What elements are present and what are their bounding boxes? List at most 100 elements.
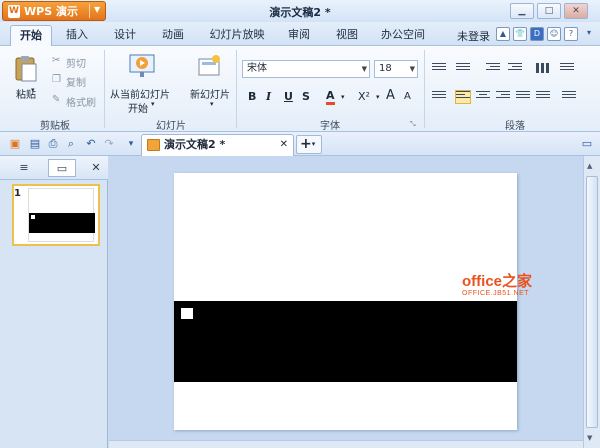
close-button[interactable]: ✕ — [564, 3, 588, 19]
paste-icon[interactable] — [14, 54, 38, 84]
chevron-down-icon[interactable]: ▾ — [312, 140, 316, 148]
font-color-button[interactable]: A — [326, 89, 335, 105]
cut-button[interactable]: 剪切 — [66, 55, 86, 70]
font-name-select[interactable]: 宋体 ▼ — [242, 60, 370, 78]
font-dialog-launcher-icon[interactable]: ⤡ — [410, 120, 416, 129]
tab-insert[interactable]: 插入 — [60, 25, 94, 46]
close-panel-icon[interactable]: ✕ — [82, 159, 110, 177]
scroll-up-icon[interactable]: ▲ — [587, 162, 592, 170]
font-size-select[interactable]: 18 ▼ — [374, 60, 418, 78]
vertical-scrollbar[interactable]: ▲ ▼ — [583, 156, 600, 448]
grow-font-button[interactable]: A — [386, 88, 395, 103]
slides-tab-icon[interactable]: ▭ — [48, 159, 76, 177]
group-divider — [236, 50, 237, 128]
login-status[interactable]: 未登录 — [457, 28, 490, 44]
print-icon[interactable]: ⎙ — [46, 137, 60, 151]
tab-slideshow[interactable]: 幻灯片放映 — [206, 25, 268, 46]
decrease-indent-icon[interactable] — [486, 63, 500, 75]
font-color-dropdown-icon[interactable]: ▾ — [341, 93, 345, 101]
wps-icon[interactable]: ▣ — [8, 137, 22, 151]
panel-tabs: ≡ ▭ ✕ — [0, 156, 108, 180]
skin-icon[interactable]: 👕 — [513, 27, 527, 41]
italic-button[interactable]: I — [266, 90, 271, 103]
shrink-font-button[interactable]: A — [404, 91, 411, 102]
play-from-current-icon[interactable] — [128, 52, 156, 80]
outline-tab-icon[interactable]: ≡ — [10, 159, 38, 177]
slide-thumbnail[interactable] — [12, 184, 100, 246]
scrollbar-thumb[interactable] — [586, 176, 598, 428]
bold-button[interactable]: B — [248, 90, 256, 103]
align-center-icon[interactable] — [476, 91, 490, 103]
strikethrough-button[interactable]: S — [302, 90, 310, 103]
justify-icon[interactable] — [516, 91, 530, 103]
numbered-list-icon[interactable] — [456, 63, 470, 75]
ribbon: 粘贴 ▾ ✂ 剪切 ❐ 复制 ✎ 格式刷 剪贴板 从当前幻灯片 开始 ▾ 新幻灯… — [0, 46, 600, 132]
maximize-button[interactable]: □ — [537, 3, 561, 19]
undo-icon[interactable]: ↶ — [84, 137, 98, 151]
document-tab[interactable]: 演示文稿2 * ✕ — [141, 134, 294, 156]
more-options-icon[interactable]: ▾ — [582, 27, 596, 41]
copy-button[interactable]: 复制 — [66, 74, 86, 89]
ribbon-tabs: 开始 插入 设计 动画 幻灯片放映 审阅 视图 办公空间 未登录 ▲ 👕 D ☺… — [0, 22, 600, 46]
font-size-value: 18 — [379, 63, 392, 74]
thumbnail-white-mark — [31, 215, 35, 219]
user-icon[interactable]: ☺ — [547, 27, 561, 41]
tab-review[interactable]: 审阅 — [282, 25, 316, 46]
play-from-current-label-1[interactable]: 从当前幻灯片 — [110, 86, 170, 101]
tab-design[interactable]: 设计 — [108, 25, 142, 46]
chevron-down-icon[interactable]: ▼ — [362, 61, 367, 77]
paragraph-group-label: 段落 — [505, 121, 525, 132]
document-tab-label: 演示文稿2 * — [164, 138, 226, 151]
bullet-list-icon[interactable] — [432, 63, 446, 75]
presentation-file-icon — [147, 139, 160, 151]
align-right-icon[interactable] — [496, 91, 510, 103]
close-tab-icon[interactable]: ✕ — [280, 135, 288, 155]
copy-icon: ❐ — [52, 74, 61, 85]
docer-icon[interactable]: D — [530, 27, 544, 41]
distribute-icon[interactable] — [536, 91, 550, 103]
play-dropdown-icon[interactable]: ▾ — [151, 100, 155, 108]
customize-toolbar-icon[interactable]: ▾ — [124, 137, 138, 151]
white-square-shape[interactable] — [181, 308, 193, 319]
restore-window-icon[interactable]: ▭ — [580, 137, 594, 151]
play-from-current-label-2[interactable]: 开始 — [128, 100, 148, 115]
horizontal-scrollbar[interactable] — [109, 440, 583, 448]
format-painter-button[interactable]: 格式刷 — [66, 94, 96, 109]
font-name-value: 宋体 — [247, 63, 267, 74]
font-group-label: 字体 — [320, 121, 340, 132]
slides-group-label: 幻灯片 — [156, 121, 186, 132]
tab-animation[interactable]: 动画 — [156, 25, 190, 46]
new-tab-button[interactable]: +▾ — [296, 135, 322, 154]
minimize-button[interactable]: ▁ — [510, 3, 534, 19]
columns-icon[interactable] — [536, 63, 550, 75]
underline-button[interactable]: U — [284, 90, 293, 103]
tab-home[interactable]: 开始 — [10, 25, 52, 46]
save-icon[interactable]: ▤ — [28, 137, 42, 151]
tab-view[interactable]: 视图 — [330, 25, 364, 46]
text-direction-icon[interactable] — [432, 91, 446, 103]
cut-icon: ✂ — [52, 55, 61, 66]
tab-office-space[interactable]: 办公空间 — [378, 25, 428, 46]
paragraph-spacing-icon[interactable] — [562, 91, 576, 103]
line-spacing-icon[interactable] — [560, 63, 574, 75]
superscript-button[interactable]: X² — [358, 90, 370, 103]
paste-dropdown-icon[interactable]: ▾ — [31, 86, 35, 94]
thumbnail-black-band — [29, 213, 95, 233]
new-slide-button[interactable]: 新幻灯片 — [190, 86, 230, 101]
slide-canvas — [109, 156, 583, 440]
collapse-ribbon-icon[interactable]: ▲ — [496, 27, 510, 41]
title-bar: W WPS 演示 ▼ 演示文稿2 * ▁ □ ✕ — [0, 0, 600, 22]
help-icon[interactable]: ? — [564, 27, 578, 41]
new-slide-dropdown-icon[interactable]: ▾ — [210, 100, 214, 108]
redo-icon[interactable]: ↷ — [102, 137, 116, 151]
current-slide[interactable] — [174, 173, 517, 430]
black-rectangle-shape[interactable] — [174, 301, 517, 382]
scroll-down-icon[interactable]: ▼ — [587, 434, 592, 442]
increase-indent-icon[interactable] — [508, 63, 522, 75]
superscript-dropdown-icon[interactable]: ▾ — [376, 93, 380, 101]
align-left-icon[interactable] — [455, 90, 471, 104]
new-slide-icon[interactable] — [196, 54, 222, 80]
quick-access-toolbar: ▣ ▤ ⎙ ⌕ ↶ ↷ ▾ 演示文稿2 * ✕ +▾ ▭ — [0, 132, 600, 156]
chevron-down-icon[interactable]: ▼ — [410, 61, 415, 77]
print-preview-icon[interactable]: ⌕ — [64, 137, 78, 151]
